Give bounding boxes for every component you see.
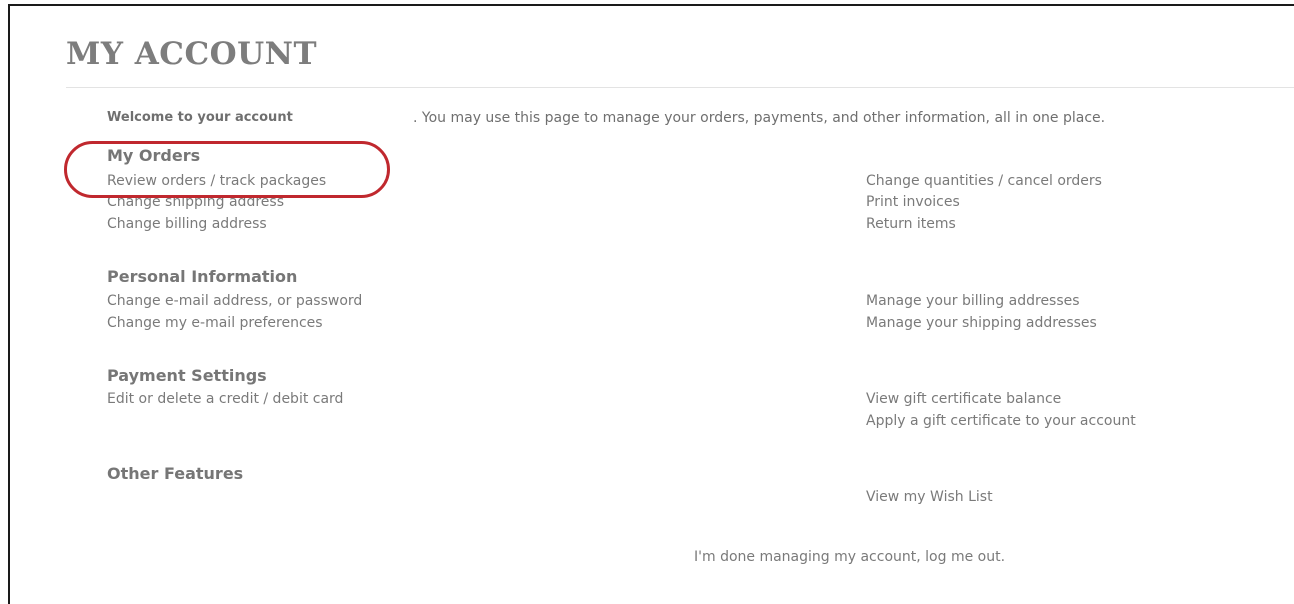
apply-gift-certificate-link[interactable]: Apply a gift certificate to your account [866,411,1136,431]
welcome-text: . You may use this page to manage your o… [413,110,1106,126]
welcome-label: Welcome to your account [107,110,293,125]
email-preferences-link[interactable]: Change my e-mail preferences [107,313,323,333]
change-email-password-link[interactable]: Change e-mail address, or password [107,291,362,311]
gift-certificate-balance-link[interactable]: View gift certificate balance [866,389,1061,409]
change-shipping-address-link[interactable]: Change shipping address [107,192,284,212]
personal-information-heading: Personal Information [107,267,298,286]
change-quantities-link[interactable]: Change quantities / cancel orders [866,171,1102,191]
return-items-link[interactable]: Return items [866,214,956,234]
manage-shipping-addresses-link[interactable]: Manage your shipping addresses [866,313,1097,333]
other-features-heading: Other Features [107,464,244,483]
print-invoices-link[interactable]: Print invoices [866,192,960,212]
payment-settings-heading: Payment Settings [107,366,267,385]
review-orders-link[interactable]: Review orders / track packages [107,171,326,191]
page-title: MY ACCOUNT [66,36,318,72]
manage-billing-addresses-link[interactable]: Manage your billing addresses [866,291,1080,311]
change-billing-address-link[interactable]: Change billing address [107,214,267,234]
wish-list-link[interactable]: View my Wish List [866,487,993,507]
my-orders-heading: My Orders [107,146,201,165]
edit-credit-card-link[interactable]: Edit or delete a credit / debit card [107,389,343,409]
logout-link[interactable]: I'm done managing my account, log me out… [694,547,1005,567]
title-divider [66,87,1294,88]
